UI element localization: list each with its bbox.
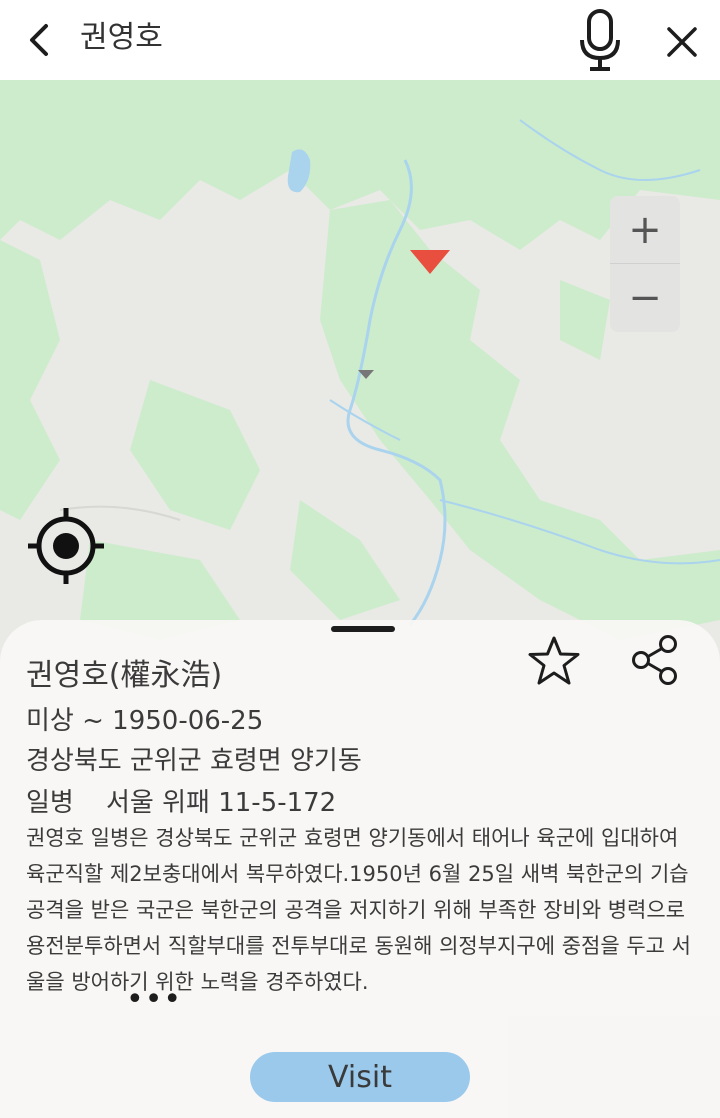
zoom-out-button[interactable]: − — [610, 264, 680, 332]
hometown: 경상북도 군위군 효령면 양기동 — [26, 746, 362, 776]
life-dates: 미상 ~ 1950-06-25 — [26, 706, 264, 736]
my-location-icon[interactable] — [28, 508, 104, 584]
search-query-text[interactable]: 권영호 — [80, 18, 163, 58]
zoom-in-button[interactable]: + — [610, 196, 680, 264]
rank-memorial-row: 일병 서울 위패 11-5-172 — [26, 782, 336, 819]
chevron-left-icon[interactable] — [20, 18, 60, 62]
more-button[interactable]: ••• — [126, 982, 182, 1017]
memorial-location: 서울 위패 11-5-172 — [106, 788, 337, 818]
description: 권영호 일병은 경상북도 군위군 효령면 양기동에서 태어나 육군에 입대하여 … — [26, 826, 691, 994]
person-name: 권영호(權永浩) — [26, 658, 223, 693]
visit-button[interactable]: Visit — [250, 1052, 470, 1102]
search-bar: 권영호 — [0, 0, 720, 80]
star-outline-icon[interactable] — [526, 634, 582, 690]
rank: 일병 — [26, 788, 74, 818]
close-icon[interactable] — [660, 20, 704, 64]
microphone-icon[interactable] — [572, 8, 628, 72]
share-icon[interactable] — [628, 632, 684, 688]
zoom-controls: + − — [610, 196, 680, 332]
sheet-drag-handle[interactable] — [331, 626, 395, 632]
